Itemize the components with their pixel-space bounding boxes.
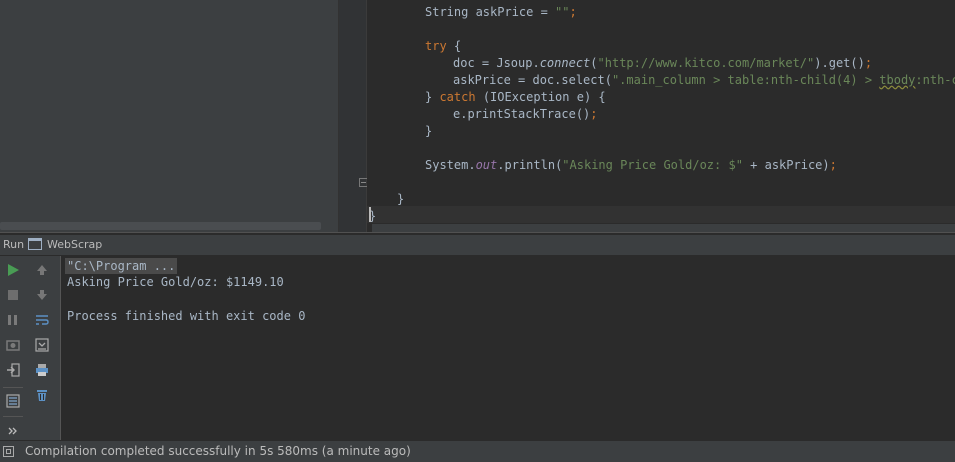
code-token: tbody xyxy=(879,73,916,87)
restore-layout-icon[interactable] xyxy=(3,360,23,380)
clear-all-icon[interactable] xyxy=(32,385,52,405)
code-token: out xyxy=(475,158,498,172)
toolbar-separator xyxy=(3,416,23,417)
code-editor[interactable]: String askPrice = ""; try {doc = Jsoup.co… xyxy=(367,0,955,224)
text-caret xyxy=(369,207,371,222)
code-token: ).get() xyxy=(814,56,865,70)
status-bar: Compilation completed successfully in 5s… xyxy=(0,440,955,462)
code-token: String askPrice = xyxy=(425,5,556,19)
code-token: "http://www.kitco.com/market/" xyxy=(597,56,815,70)
dump-threads-icon[interactable] xyxy=(3,335,23,355)
code-token: } xyxy=(397,192,405,206)
run-tool-window-header: Run WebScrap xyxy=(0,235,955,256)
print-icon[interactable] xyxy=(32,360,52,380)
code-token: System. xyxy=(425,158,476,172)
code-line: String askPrice = ""; xyxy=(425,4,577,21)
code-token: :nth-chi xyxy=(915,73,955,87)
code-token: "Asking Price Gold/oz: $" xyxy=(562,158,743,172)
down-arrow-icon[interactable] xyxy=(32,285,52,305)
code-token: { xyxy=(453,39,462,53)
code-token: ".main_column > table:nth-child(4) > xyxy=(611,73,880,87)
editor-horizontal-scrollbar[interactable] xyxy=(372,224,955,232)
status-message: Compilation completed successfully in 5s… xyxy=(25,444,411,458)
code-token: .println( xyxy=(497,158,563,172)
tool-windows-icon[interactable] xyxy=(3,446,14,457)
scroll-to-end-icon[interactable] xyxy=(32,335,52,355)
pause-icon[interactable] xyxy=(3,310,23,330)
code-line: System.out.println("Asking Price Gold/oz… xyxy=(425,157,837,174)
soft-wrap-icon[interactable] xyxy=(32,310,52,330)
code-token: "" xyxy=(555,5,570,19)
code-token: (IOException e) { xyxy=(482,90,606,104)
code-line: } xyxy=(397,191,404,208)
code-token: ( xyxy=(590,56,598,70)
code-line: } xyxy=(425,123,432,140)
code-token: e.printStackTrace() xyxy=(453,107,591,121)
code-token: connect xyxy=(539,56,591,70)
run-toolbar-secondary xyxy=(26,256,61,440)
settings-icon[interactable] xyxy=(3,391,23,411)
console-output-line: Asking Price Gold/oz: $1149.10 xyxy=(67,275,284,289)
editor-gutter[interactable] xyxy=(339,0,367,232)
code-token: ; xyxy=(864,56,873,70)
console-output-line: Process finished with exit code 0 xyxy=(67,309,306,323)
toolbar-separator xyxy=(3,387,23,388)
stop-icon[interactable] xyxy=(3,285,23,305)
code-token: } xyxy=(425,90,440,104)
code-token: askPrice = doc.select( xyxy=(453,73,612,87)
run-tab-webscrap[interactable]: WebScrap xyxy=(47,238,102,251)
code-token: catch xyxy=(439,90,483,104)
code-line: try { xyxy=(425,38,461,55)
code-line: e.printStackTrace(); xyxy=(453,106,598,123)
project-pane xyxy=(0,0,338,232)
code-line: askPrice = doc.select(".main_column > ta… xyxy=(453,72,955,89)
run-toolbar-primary xyxy=(0,256,26,440)
console-output[interactable]: "C:\Program ... Asking Price Gold/oz: $1… xyxy=(62,256,955,440)
console-command-line[interactable]: "C:\Program ... xyxy=(65,258,178,274)
code-token: doc = Jsoup. xyxy=(453,56,540,70)
more-icon[interactable] xyxy=(3,421,23,441)
code-token: + askPrice) xyxy=(742,158,830,172)
current-line-highlight xyxy=(367,206,955,223)
code-token: try xyxy=(425,39,454,53)
code-token: ; xyxy=(829,158,837,172)
run-icon[interactable] xyxy=(3,260,23,280)
code-token: ; xyxy=(590,107,598,121)
project-horizontal-scrollbar[interactable] xyxy=(0,222,321,230)
code-token: ; xyxy=(569,5,577,19)
code-token: } xyxy=(425,124,433,138)
up-arrow-icon[interactable] xyxy=(32,260,52,280)
code-line: doc = Jsoup.connect("http://www.kitco.co… xyxy=(453,55,872,72)
run-panel-label[interactable]: Run xyxy=(3,238,24,251)
application-icon xyxy=(28,238,42,250)
code-line: } catch (IOException e) { xyxy=(425,89,606,106)
